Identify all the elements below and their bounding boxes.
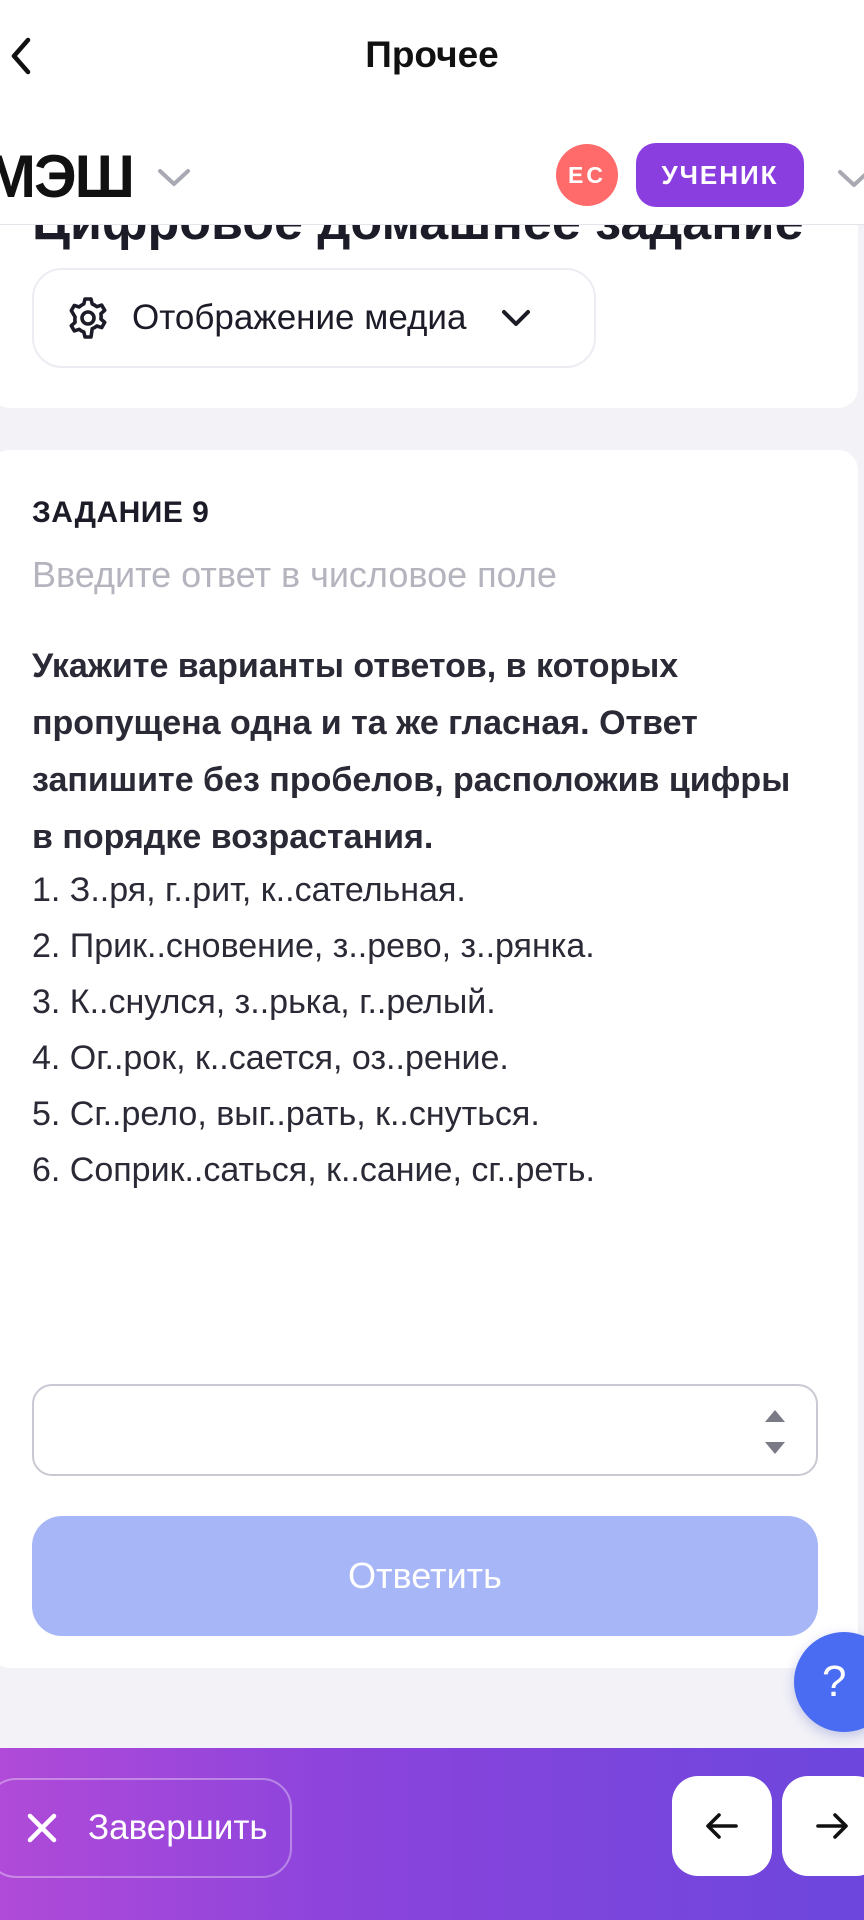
task-option: 3. К..снулся, з..рька, г..релый.	[32, 983, 496, 1021]
avatar[interactable]: ЕС	[556, 144, 618, 206]
task-option: 2. Прик..сновение, з..рево, з..рянка.	[32, 927, 595, 965]
bottom-bar: Завершить	[0, 1748, 864, 1920]
submit-answer-button[interactable]: Ответить	[32, 1516, 818, 1636]
answer-number-input[interactable]	[32, 1384, 818, 1476]
chevron-down-icon	[502, 310, 531, 326]
page: Прочее Цифровое домашнее задание Отображ…	[0, 0, 864, 1920]
task-hint: Введите ответ в числовое поле	[32, 554, 557, 595]
gear-icon	[69, 297, 107, 339]
top-bar: Прочее	[0, 0, 864, 115]
task-card: ЗАДАНИЕ 9 Введите ответ в числовое поле …	[0, 450, 858, 1668]
task-option: 6. Соприк..саться, к..сание, сг..реть.	[32, 1151, 595, 1189]
profile-chevron-down-icon[interactable]	[836, 166, 864, 190]
task-options-list: 1. З..ря, г..рит, к..сательная. 2. Прик.…	[32, 862, 812, 1198]
next-task-button[interactable]	[782, 1776, 864, 1876]
task-option: 5. Сг..рело, выг..рать, к..снуться.	[32, 1095, 540, 1133]
role-badge[interactable]: УЧЕНИК	[636, 143, 804, 207]
finish-button[interactable]: Завершить	[0, 1778, 292, 1878]
close-icon	[27, 1813, 57, 1843]
number-stepper-icon[interactable]	[762, 1406, 788, 1458]
media-display-button[interactable]: Отображение медиа	[32, 268, 596, 368]
task-option: 1. З..ря, г..рит, к..сательная.	[32, 871, 466, 909]
top-bar-title: Прочее	[365, 34, 499, 75]
arrow-right-icon	[816, 1813, 848, 1839]
media-display-label: Отображение медиа	[132, 298, 467, 337]
finish-label: Завершить	[88, 1808, 268, 1847]
task-option: 4. Ог..рок, к..сается, оз..рение.	[32, 1039, 509, 1077]
task-question: Укажите варианты ответов, в которых проп…	[32, 647, 791, 856]
mesh-logo[interactable]: МЭШ	[0, 142, 135, 211]
mesh-header: МЭШ ЕС УЧЕНИК	[0, 115, 864, 225]
arrow-left-icon	[706, 1813, 738, 1839]
chevron-down-icon[interactable]	[156, 165, 192, 189]
task-number: ЗАДАНИЕ 9	[32, 496, 210, 529]
previous-task-button[interactable]	[672, 1776, 772, 1876]
